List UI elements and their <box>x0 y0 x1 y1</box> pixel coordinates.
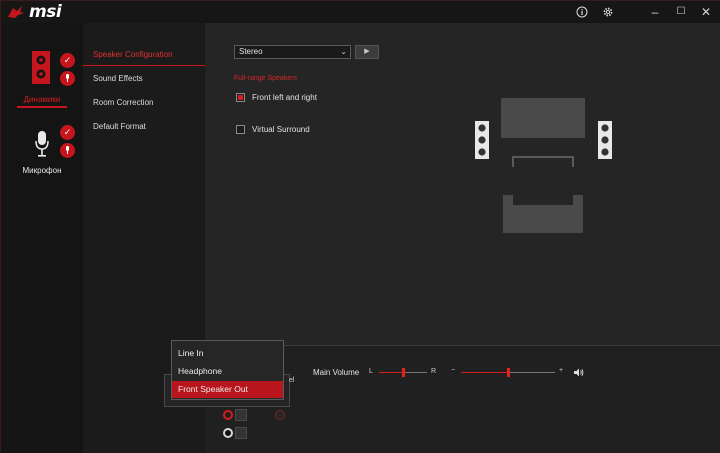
balance-left-label: L <box>369 368 373 375</box>
volume-slider-fill <box>461 372 508 373</box>
volume-plus-icon[interactable]: + <box>559 367 563 374</box>
dropdown-item-line-in[interactable]: Line In <box>172 345 283 362</box>
virtual-surround-label: Virtual Surround <box>252 125 310 134</box>
minimize-button[interactable]: – <box>646 3 664 21</box>
partial-panel-label: el <box>289 377 295 384</box>
info-icon[interactable] <box>573 3 591 21</box>
tv-screen <box>501 98 585 138</box>
listener-desk <box>512 156 574 167</box>
dropdown-item-front-speaker-out[interactable]: Front Speaker Out <box>172 381 283 398</box>
settings-badge-icon[interactable] <box>60 71 75 86</box>
app-window: msi – ☐ ✕ ✓ Динамики ✓ Микрофон Speaker … <box>0 0 720 453</box>
settings-badge-icon[interactable] <box>60 143 75 158</box>
menu-item-speaker-configuration[interactable]: Speaker Configuration <box>93 50 173 59</box>
sofa-icon <box>503 195 583 233</box>
check-badge-icon: ✓ <box>60 125 75 140</box>
speaker-volume-icon[interactable] <box>574 368 584 377</box>
dragon-icon <box>8 6 24 18</box>
chevron-down-icon: ⌄ <box>340 47 347 56</box>
title-bar: msi – ☐ ✕ <box>1 1 720 23</box>
speaker-config-select[interactable]: Stereo ⌄ <box>234 45 351 59</box>
balance-right-label: R <box>431 368 437 375</box>
msi-logo: msi <box>7 2 62 22</box>
volume-slider-knob[interactable] <box>507 368 510 377</box>
logo-text: msi <box>29 2 62 22</box>
menu-item-default-format[interactable]: Default Format <box>93 122 146 131</box>
active-menu-underline <box>83 65 205 66</box>
device-microphone[interactable]: ✓ Микрофон <box>1 115 83 185</box>
device-label-speakers: Динамики <box>23 95 61 104</box>
maximize-button[interactable]: ☐ <box>672 3 690 21</box>
check-badge-icon: ✓ <box>60 53 75 68</box>
volume-minus-icon[interactable]: − <box>451 367 455 374</box>
gear-icon[interactable] <box>599 3 617 21</box>
balance-slider-knob[interactable] <box>402 368 405 377</box>
menu-item-sound-effects[interactable]: Sound Effects <box>93 74 143 83</box>
speaker-room-diagram <box>475 98 612 233</box>
virtual-surround-checkbox[interactable] <box>236 125 245 134</box>
balance-slider-fill <box>379 372 403 373</box>
active-device-underline <box>17 106 67 108</box>
close-button[interactable]: ✕ <box>697 3 715 21</box>
jack-slot <box>235 427 247 439</box>
jack-port-dim[interactable] <box>275 410 285 420</box>
front-speakers-label: Front left and right <box>252 93 317 102</box>
jack-port-red[interactable] <box>223 410 233 420</box>
dropdown-item-headphone[interactable]: Headphone <box>172 363 283 380</box>
jack-function-dropdown: Line In Headphone Front Speaker Out <box>171 340 284 400</box>
microphone-icon <box>35 131 49 157</box>
menu-item-room-correction[interactable]: Room Correction <box>93 98 153 107</box>
jack-port-black[interactable] <box>223 428 233 438</box>
speaker-config-value: Stereo <box>239 47 263 56</box>
section-label: Full-range Speakers <box>234 75 298 82</box>
play-test-button[interactable]: ▶ <box>355 45 379 59</box>
main-volume-label: Main Volume <box>313 368 360 377</box>
front-speakers-checkbox[interactable] <box>236 93 245 102</box>
device-speakers[interactable]: ✓ Динамики <box>1 23 83 113</box>
device-sidebar: ✓ Динамики ✓ Микрофон <box>1 23 83 453</box>
speaker-icon <box>32 51 50 84</box>
device-label-microphone: Микрофон <box>22 166 62 175</box>
jack-slot <box>235 409 247 421</box>
